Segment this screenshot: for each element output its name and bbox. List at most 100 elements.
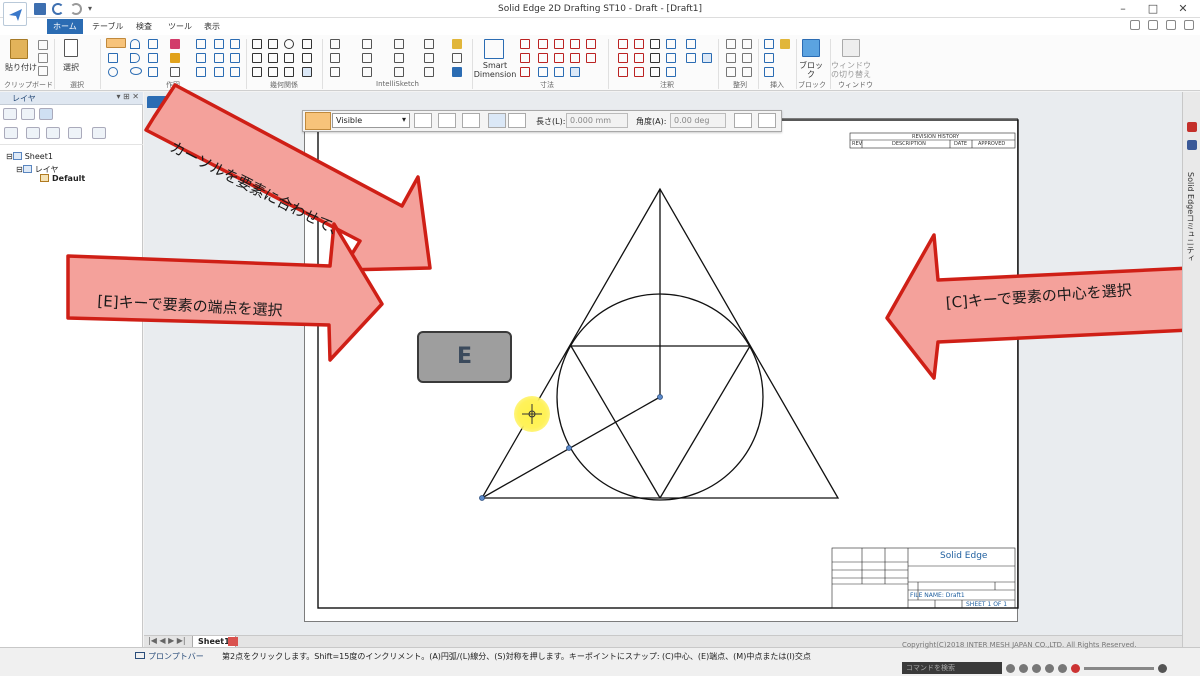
info-icon[interactable] [1184,20,1194,30]
intellisketch-checkbox-9[interactable] [330,67,340,77]
dim-style-icon-4[interactable] [538,53,548,63]
dim-style-icon-6[interactable] [570,53,580,63]
zoom-in-icon[interactable] [1158,664,1167,673]
fillet-icon[interactable] [148,67,158,77]
tree-item-default-layer[interactable]: Default [40,174,85,183]
minimize-icon[interactable]: – [1108,0,1138,18]
layer-view-icon-3[interactable] [39,108,53,120]
split-icon[interactable] [230,53,240,63]
maximize-icon[interactable]: □ [1138,0,1168,18]
fill-tool-icon[interactable] [170,39,180,49]
maintain-relations-icon[interactable] [302,67,312,77]
dim-style-icon-5[interactable] [554,53,564,63]
insert-file-icon[interactable] [764,67,774,77]
hide-layer-icon[interactable] [46,127,60,139]
annotation-icon-3[interactable] [650,39,660,49]
add-sheet-icon[interactable] [228,637,238,646]
intellisketch-checkbox-12[interactable] [424,67,434,77]
intellisketch-checkbox-5[interactable] [330,53,340,63]
symbol-icon[interactable] [170,53,180,63]
intellisketch-checkbox-8[interactable] [424,53,434,63]
annotation-icon-15[interactable] [702,53,712,63]
delete-layer-icon[interactable] [92,127,106,139]
view-icon-1[interactable] [1006,664,1015,673]
application-button[interactable] [3,2,27,26]
align-icon-5[interactable] [726,67,736,77]
active-layer-icon[interactable] [68,127,82,139]
youtube-icon[interactable] [1187,122,1197,132]
symmetric-relation-icon[interactable] [268,67,278,77]
intellisketch-checkbox-7[interactable] [394,53,404,63]
copy-icon[interactable] [38,53,48,63]
paste-button-label[interactable]: 貼り付け [4,63,38,72]
block-button-label[interactable]: ブロック [796,61,826,79]
annotation-icon-6[interactable] [634,53,644,63]
dim-style-icon-11[interactable] [586,53,596,63]
show-layer-icon[interactable] [26,127,40,139]
mirror-icon[interactable] [196,67,206,77]
align-icon-1[interactable] [726,39,736,49]
view-icon-5[interactable] [1058,664,1067,673]
zoom-out-icon[interactable] [1071,664,1080,673]
point-icon[interactable] [452,53,462,63]
command-search-input[interactable]: コマンドを検索 [902,662,1002,674]
smart-dimension-icon[interactable] [484,39,504,59]
switch-window-label[interactable]: ウィンドウ の切り替え [830,61,872,79]
rigid-relation-icon[interactable] [284,53,294,63]
perpendicular-relation-icon[interactable] [302,53,312,63]
insert-image-icon[interactable] [764,39,774,49]
annotation-icon-8[interactable] [666,53,676,63]
dim-style-icon-1[interactable] [538,39,548,49]
annotation-icon-4[interactable] [666,39,676,49]
line-width-icon[interactable] [462,113,480,128]
line-style-select[interactable]: Visible [332,113,410,128]
tab-tools[interactable]: ツール [162,19,198,34]
dim-style-icon-3[interactable] [570,39,580,49]
tab-view[interactable]: 表示 [198,19,226,34]
sheet-nav-icons[interactable]: |◀ ◀ ▶ ▶| [148,636,186,645]
dim-style-icon-9[interactable] [570,67,580,77]
new-layer-icon[interactable] [4,127,18,139]
insert-object-icon[interactable] [780,39,790,49]
dim-style-icon-8[interactable] [554,67,564,77]
annotation-icon-12[interactable] [666,67,676,77]
rotate-icon[interactable] [214,53,224,63]
align-icon-4[interactable] [742,53,752,63]
collinear-relation-icon[interactable] [284,67,294,77]
concentric-relation-icon[interactable] [284,39,294,49]
line-command-icon[interactable] [305,112,331,130]
offset-icon[interactable] [148,53,158,63]
facebook-icon[interactable] [1187,140,1197,150]
dim-style-icon-10[interactable] [586,39,596,49]
extend-icon[interactable] [196,53,206,63]
view-icon-3[interactable] [1032,664,1041,673]
distance-between-icon[interactable] [520,39,530,49]
switch-window-icon[interactable] [842,39,860,57]
dim-style-icon-7[interactable] [538,67,548,77]
circle-tool-icon[interactable] [108,67,118,77]
layer-view-icon-2[interactable] [21,108,35,120]
intellisketch-checkbox-10[interactable] [362,67,372,77]
line-tool-icon[interactable] [106,38,126,48]
tangent-arc-icon[interactable] [130,53,140,63]
align-icon-2[interactable] [742,39,752,49]
stretch-icon[interactable] [230,39,240,49]
dim-style-icon-2[interactable] [554,39,564,49]
move-icon[interactable] [214,39,224,49]
format-painter-icon[interactable] [38,66,48,76]
tab-home[interactable]: ホーム [47,19,83,34]
intellisketch-checkbox-1[interactable] [330,39,340,49]
align-icon-3[interactable] [726,53,736,63]
intellisketch-checkbox-4[interactable] [424,39,434,49]
grid-icon[interactable] [452,67,462,77]
intellisketch-checkbox-6[interactable] [362,53,372,63]
zoom-slider[interactable] [1084,667,1154,670]
layer-view-icon-1[interactable] [3,108,17,120]
panel-pin-icon[interactable]: ▾ ⊞ ✕ [116,92,139,101]
collapse-icon[interactable]: ⊟ [16,165,23,174]
annotation-icon-5[interactable] [618,53,628,63]
intellisketch-checkbox-3[interactable] [394,39,404,49]
rectangle-tool-icon[interactable] [108,53,118,63]
cut-icon[interactable] [38,40,48,50]
draw-line-icon[interactable] [734,113,752,128]
